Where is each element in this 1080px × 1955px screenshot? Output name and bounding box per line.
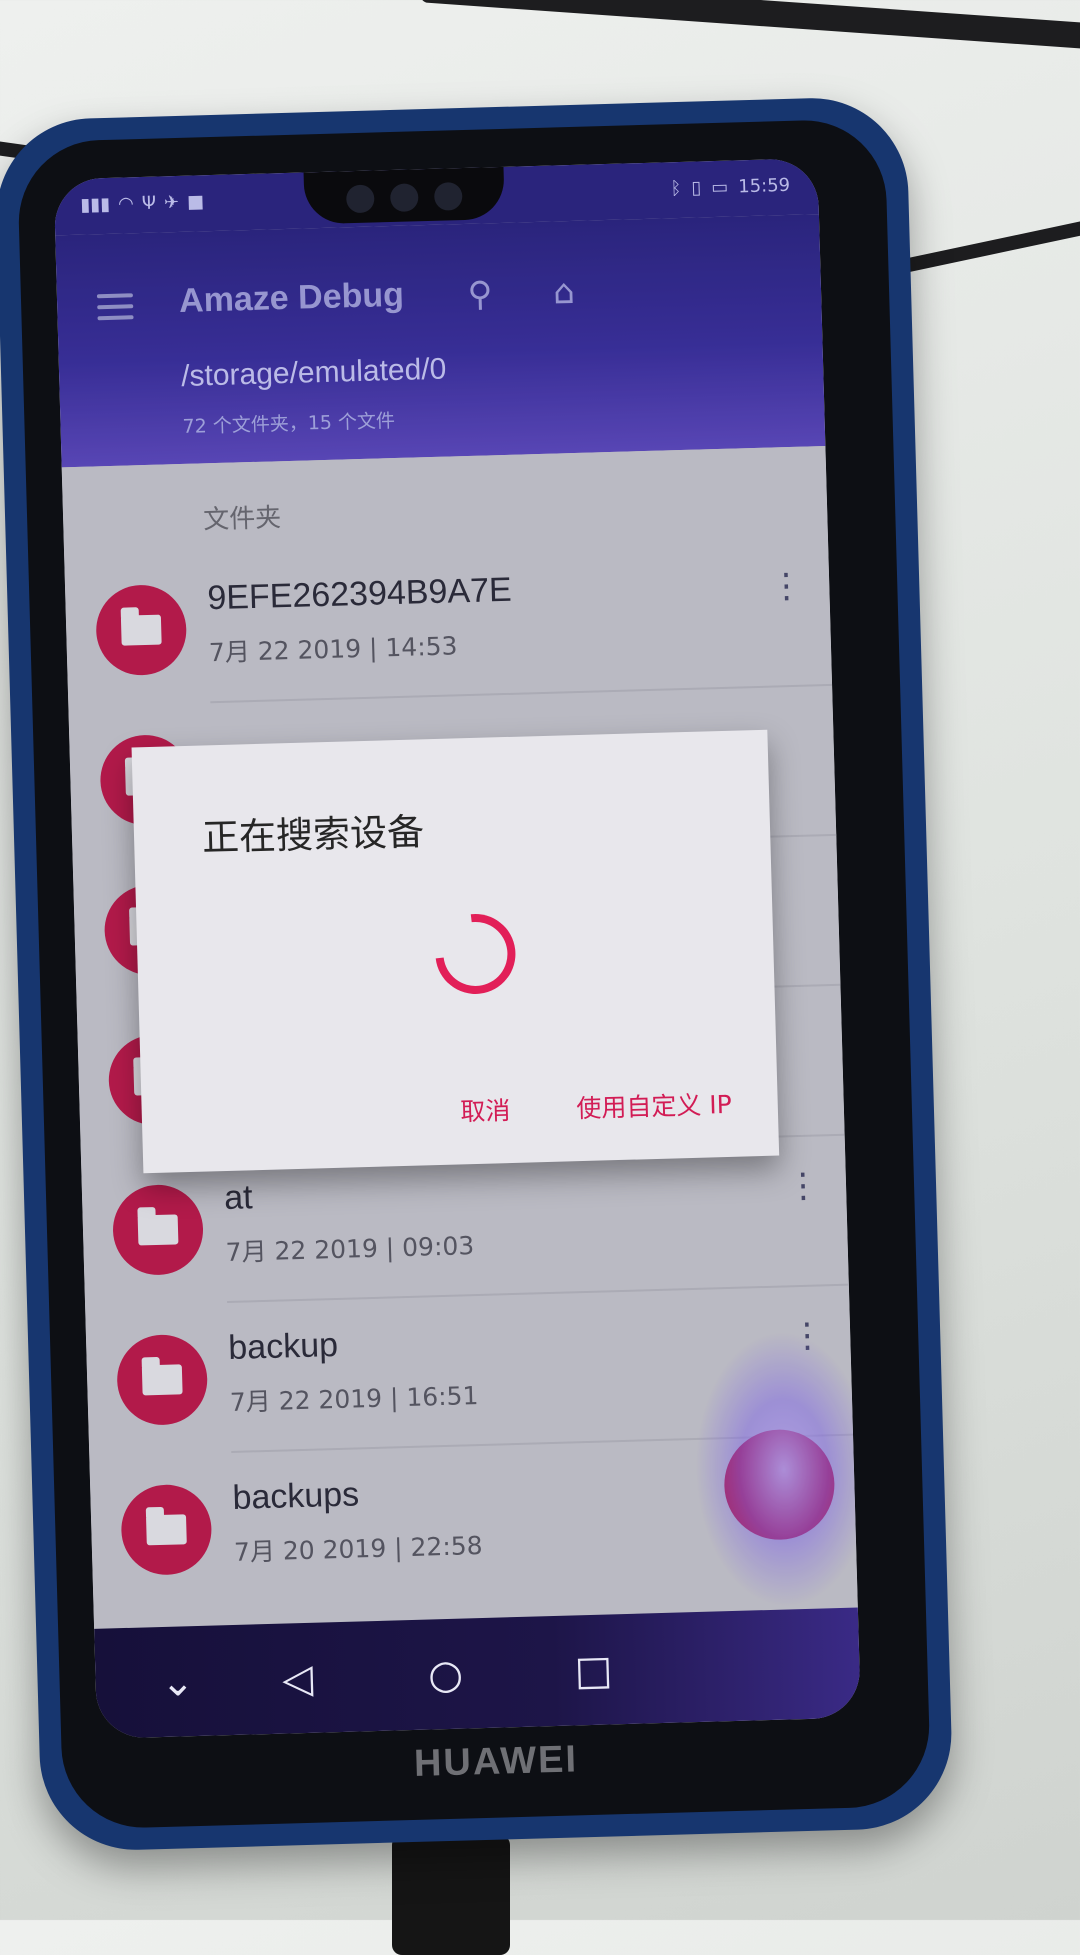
- desk-cable: [419, 0, 1080, 50]
- dialog-actions: 取消 使用自定义 IP: [460, 1085, 732, 1129]
- phone-case: ▮▮▮ ◠ Ψ ✈ ■ ᛒ ▯ ▭ 15:59 Amaze Debug ⚲ ⌂: [0, 95, 955, 1853]
- search-devices-dialog: 正在搜索设备 取消 使用自定义 IP: [131, 729, 780, 1174]
- camera-icon: [433, 182, 463, 211]
- phone-screen: ▮▮▮ ◠ Ψ ✈ ■ ᛒ ▯ ▭ 15:59 Amaze Debug ⚲ ⌂: [53, 158, 861, 1739]
- recents-icon[interactable]: □: [563, 1640, 625, 1702]
- phone-body: ▮▮▮ ◠ Ψ ✈ ■ ᛒ ▯ ▭ 15:59 Amaze Debug ⚲ ⌂: [16, 118, 932, 1830]
- system-nav-bar: ⌄ ◁ ○ □: [94, 1607, 861, 1739]
- cancel-button[interactable]: 取消: [460, 1091, 511, 1128]
- device-brand-logo: HUAWEI: [413, 1738, 579, 1785]
- camera-icon: [389, 183, 419, 213]
- loading-spinner-icon: [419, 897, 532, 1011]
- collapse-icon[interactable]: ⌄: [147, 1652, 209, 1714]
- home-circle-icon[interactable]: ○: [415, 1644, 477, 1706]
- camera-notch: [303, 166, 505, 225]
- camera-icon: [345, 184, 375, 214]
- back-icon[interactable]: ◁: [267, 1648, 329, 1710]
- usb-cable: [392, 1835, 510, 1955]
- dialog-title: 正在搜索设备: [201, 810, 425, 860]
- custom-ip-button[interactable]: 使用自定义 IP: [576, 1085, 732, 1125]
